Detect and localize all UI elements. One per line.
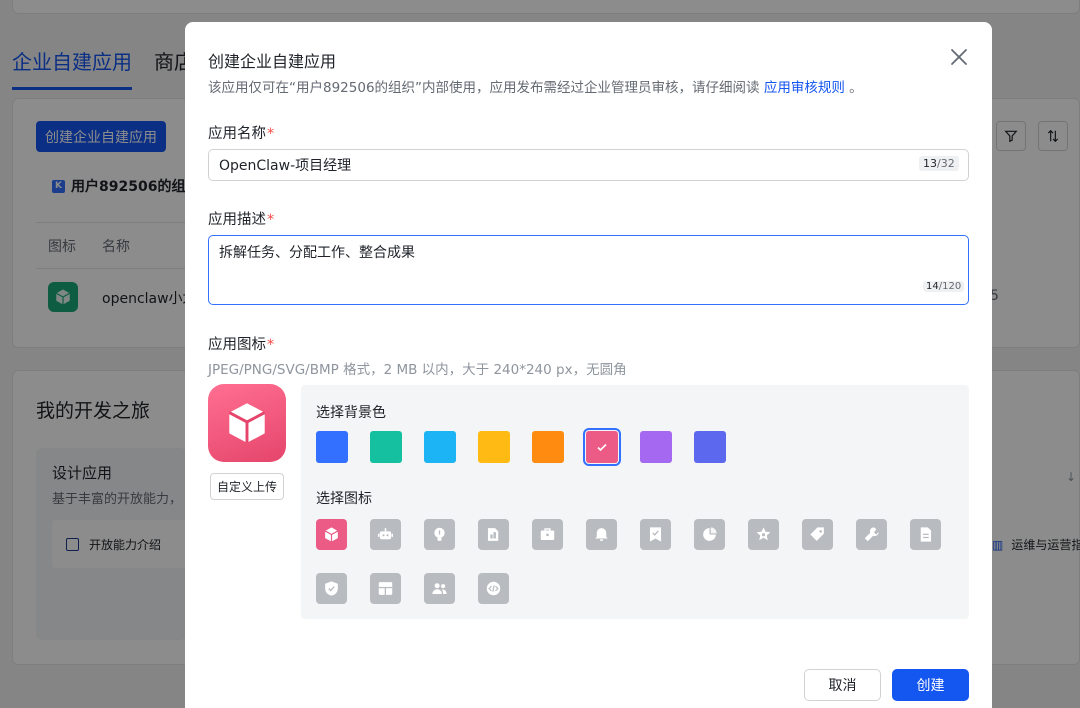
color-swatch[interactable] xyxy=(583,428,621,466)
app-icon-label-text: 应用图标 xyxy=(208,337,266,353)
icon-option[interactable] xyxy=(748,519,779,550)
icon-preview xyxy=(208,384,286,462)
icon-option[interactable] xyxy=(370,519,401,550)
app-icon-label: 应用图标* xyxy=(208,333,274,354)
pie-chart-icon xyxy=(703,527,717,541)
icon-option[interactable] xyxy=(424,519,455,550)
app-desc-label: 应用描述* xyxy=(208,208,274,229)
color-swatch[interactable] xyxy=(316,431,348,463)
required-mark: * xyxy=(267,126,275,142)
icon-option[interactable] xyxy=(316,519,347,550)
icon-option[interactable] xyxy=(694,519,725,550)
create-app-dialog: 创建企业自建应用 该应用仅可在“用户892506的组织”内部使用，应用发布需经过… xyxy=(185,22,992,708)
icon-choose-label: 选择图标 xyxy=(316,491,372,507)
tag-icon xyxy=(810,527,824,541)
name-max: /32 xyxy=(937,157,955,170)
icon-format-hint: JPEG/PNG/SVG/BMP 格式，2 MB 以内，大于 240*240 p… xyxy=(208,362,627,378)
app-name-label: 应用名称* xyxy=(208,122,274,143)
cube-icon xyxy=(228,403,266,443)
cube-icon xyxy=(324,527,339,542)
app-name-input[interactable]: OpenClaw-项目经理 xyxy=(208,149,969,181)
book-icon xyxy=(487,528,499,541)
desc-char-counter: 14/120 xyxy=(923,281,965,292)
color-swatch[interactable] xyxy=(424,431,456,463)
app-name-value: OpenClaw-项目经理 xyxy=(219,158,352,174)
check-icon xyxy=(597,443,607,452)
icon-option[interactable] xyxy=(640,519,671,550)
bg-color-label: 选择背景色 xyxy=(316,405,386,421)
color-swatch[interactable] xyxy=(640,431,672,463)
dialog-description: 该应用仅可在“用户892506的组织”内部使用，应用发布需经过企业管理员审核，请… xyxy=(208,76,863,96)
code-icon xyxy=(486,581,501,596)
close-button[interactable] xyxy=(948,46,970,68)
icon-option[interactable] xyxy=(910,519,941,550)
star-icon xyxy=(756,527,771,541)
icon-option[interactable] xyxy=(370,573,401,604)
color-swatch[interactable] xyxy=(478,431,510,463)
layout-icon xyxy=(378,582,393,595)
app-name-label-text: 应用名称 xyxy=(208,126,266,142)
lightbulb-icon xyxy=(434,527,445,541)
icon-option[interactable] xyxy=(316,573,347,604)
icon-option[interactable] xyxy=(586,519,617,550)
checkbox-flag-icon xyxy=(649,527,662,542)
icon-picker-panel: 选择背景色 选择图标 xyxy=(301,385,969,619)
dialog-title: 创建企业自建应用 xyxy=(208,52,337,71)
review-rules-link[interactable]: 应用审核规则 xyxy=(764,80,845,96)
shield-check-icon xyxy=(325,581,338,596)
custom-upload-button[interactable]: 自定义上传 xyxy=(210,473,284,500)
required-mark: * xyxy=(267,337,275,353)
name-char-counter: 13/32 xyxy=(919,156,959,171)
required-mark: * xyxy=(267,212,275,228)
icon-option[interactable] xyxy=(532,519,563,550)
color-swatch[interactable] xyxy=(532,431,564,463)
bell-icon xyxy=(595,528,608,541)
app-description-textarea[interactable]: 拆解任务、分配工作、整合成果 xyxy=(208,235,969,305)
name-count: 13 xyxy=(923,157,937,170)
desc-max: /120 xyxy=(938,281,962,292)
icon-option[interactable] xyxy=(856,519,887,550)
wrench-icon xyxy=(864,527,879,542)
icon-option[interactable] xyxy=(424,573,455,604)
document-icon xyxy=(920,527,932,542)
close-icon xyxy=(951,49,967,65)
briefcase-icon xyxy=(540,528,555,541)
people-icon xyxy=(432,583,447,595)
robot-icon xyxy=(377,528,394,540)
icon-option[interactable] xyxy=(802,519,833,550)
cancel-button[interactable]: 取消 xyxy=(804,669,881,701)
icon-option[interactable] xyxy=(478,519,509,550)
color-swatch[interactable] xyxy=(694,431,726,463)
icon-option[interactable] xyxy=(478,573,509,604)
description-suffix: 。 xyxy=(849,80,863,96)
desc-count: 14 xyxy=(926,281,939,292)
app-description-value: 拆解任务、分配工作、整合成果 xyxy=(219,245,415,261)
create-button[interactable]: 创建 xyxy=(892,669,969,701)
description-text: 该应用仅可在“用户892506的组织”内部使用，应用发布需经过企业管理员审核，请… xyxy=(208,80,760,96)
color-swatch[interactable] xyxy=(370,431,402,463)
app-desc-label-text: 应用描述 xyxy=(208,212,266,228)
